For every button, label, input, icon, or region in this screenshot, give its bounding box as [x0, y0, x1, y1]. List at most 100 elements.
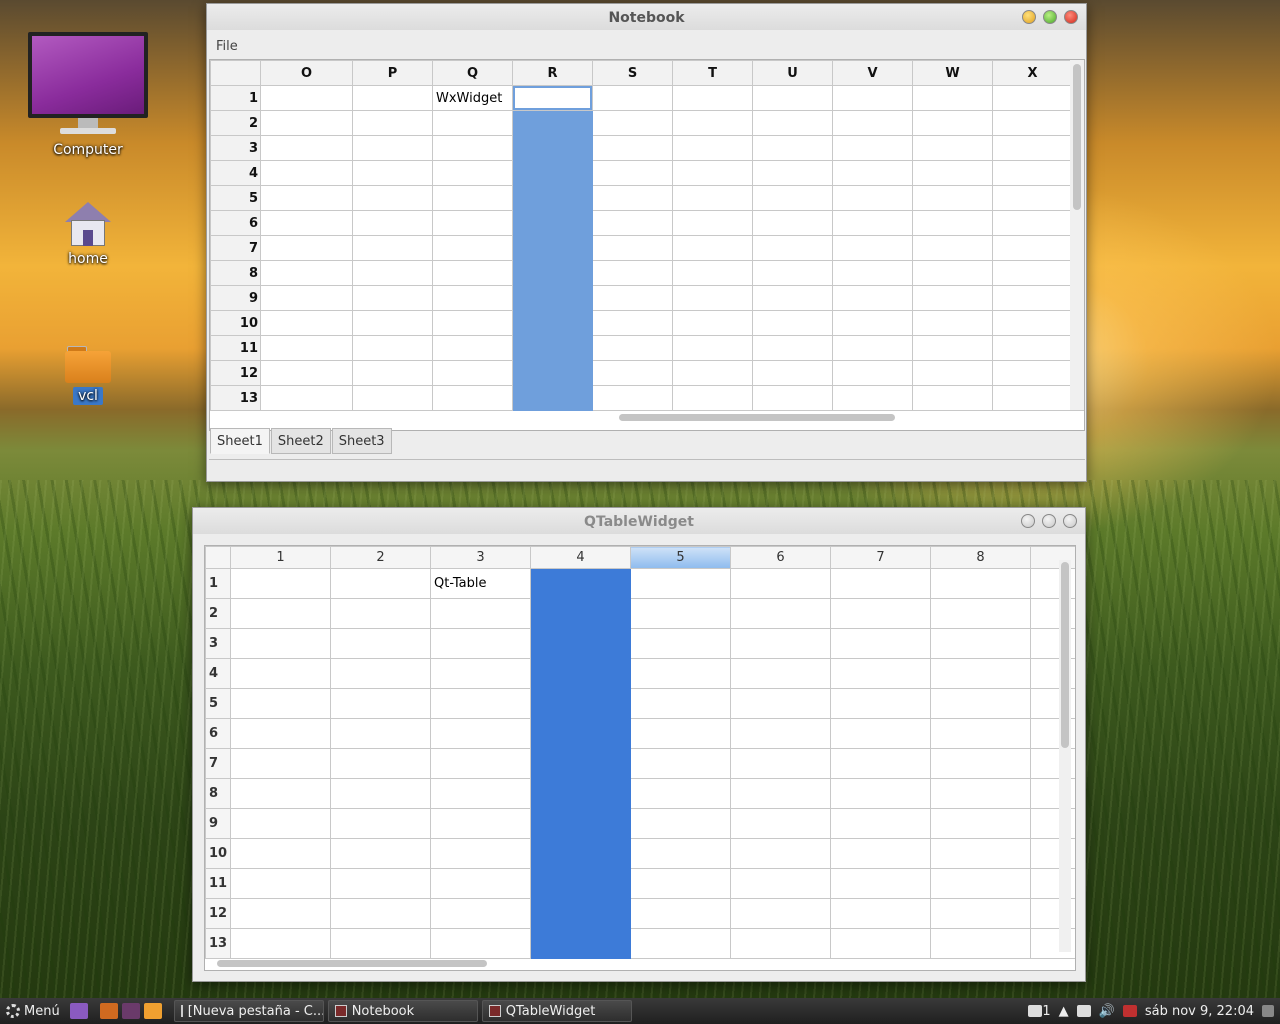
grid-cell[interactable]	[992, 160, 1073, 186]
grid-cell[interactable]	[912, 160, 993, 186]
table-cell[interactable]	[930, 838, 1031, 869]
table-cell[interactable]	[930, 808, 1031, 839]
table-cell[interactable]	[230, 898, 331, 929]
show-desktop-icon[interactable]	[1262, 1005, 1274, 1017]
grid-cell[interactable]	[992, 335, 1073, 361]
grid-cell[interactable]	[352, 210, 433, 236]
notifications-indicator[interactable]: 1	[1028, 1004, 1051, 1019]
table-cell[interactable]	[230, 658, 331, 689]
grid-cell[interactable]	[352, 310, 433, 336]
table-cell[interactable]	[730, 748, 831, 779]
grid-cell[interactable]	[352, 360, 433, 386]
grid-cell[interactable]	[592, 360, 673, 386]
table-cell[interactable]	[230, 748, 331, 779]
row-header[interactable]: 5	[210, 185, 261, 211]
table-cell[interactable]	[530, 658, 631, 689]
table-cell[interactable]	[930, 598, 1031, 629]
table-cell[interactable]	[630, 628, 731, 659]
row-header[interactable]: 8	[205, 778, 231, 809]
grid-cell[interactable]	[832, 310, 913, 336]
table-cell[interactable]	[930, 718, 1031, 749]
table-cell[interactable]	[530, 838, 631, 869]
row-header[interactable]: 11	[205, 868, 231, 899]
column-header[interactable]: 7	[830, 546, 931, 569]
vertical-scrollbar[interactable]	[1070, 60, 1084, 410]
grid-cell[interactable]	[832, 85, 913, 111]
column-header[interactable]: Q	[432, 60, 513, 86]
grid-cell[interactable]	[592, 160, 673, 186]
grid-cell[interactable]: WxWidget	[432, 85, 513, 111]
horizontal-scrollbar-thumb[interactable]	[217, 960, 487, 967]
grid-cell[interactable]	[912, 310, 993, 336]
grid-cell[interactable]	[752, 310, 833, 336]
grid-cell[interactable]	[912, 185, 993, 211]
grid-cell[interactable]	[352, 160, 433, 186]
table-cell[interactable]	[830, 748, 931, 779]
grid-cell[interactable]	[352, 110, 433, 136]
column-header[interactable]: S	[592, 60, 673, 86]
grid-cell[interactable]	[432, 110, 513, 136]
grid-cell[interactable]	[432, 385, 513, 411]
row-header[interactable]: 3	[210, 135, 261, 161]
grid-cell[interactable]	[912, 285, 993, 311]
row-header[interactable]: 6	[205, 718, 231, 749]
grid-cell[interactable]	[592, 385, 673, 411]
grid-cell[interactable]	[432, 160, 513, 186]
row-header[interactable]: 10	[210, 310, 261, 336]
grid-cell[interactable]	[352, 235, 433, 261]
grid-cell[interactable]	[432, 185, 513, 211]
row-header[interactable]: 4	[205, 658, 231, 689]
row-header[interactable]: 9	[205, 808, 231, 839]
grid-cell[interactable]	[992, 85, 1073, 111]
grid-cell[interactable]	[992, 310, 1073, 336]
grid-cell[interactable]	[592, 285, 673, 311]
table-cell[interactable]	[230, 778, 331, 809]
table-cell[interactable]	[430, 598, 531, 629]
grid-cell[interactable]	[832, 110, 913, 136]
minimize-button[interactable]	[1022, 10, 1036, 24]
table-cell[interactable]	[930, 898, 1031, 929]
table-cell[interactable]	[730, 838, 831, 869]
grid-cell[interactable]	[260, 360, 353, 386]
table-cell[interactable]	[330, 808, 431, 839]
table-cell[interactable]	[530, 628, 631, 659]
grid-cell[interactable]	[992, 235, 1073, 261]
table-cell[interactable]	[730, 778, 831, 809]
grid-cell[interactable]	[672, 335, 753, 361]
table-cell[interactable]	[930, 628, 1031, 659]
grid-cell[interactable]	[260, 135, 353, 161]
grid-cell[interactable]	[352, 135, 433, 161]
column-header[interactable]: 3	[430, 546, 531, 569]
grid-cell[interactable]	[352, 185, 433, 211]
grid-cell[interactable]	[672, 235, 753, 261]
grid-cell[interactable]	[752, 235, 833, 261]
table-cell[interactable]	[530, 928, 631, 959]
column-header[interactable]: 8	[930, 546, 1031, 569]
table-cell[interactable]	[330, 718, 431, 749]
grid-cell[interactable]	[512, 85, 593, 111]
grid-cell[interactable]	[672, 185, 753, 211]
column-header[interactable]: 1	[230, 546, 331, 569]
grid-cell[interactable]	[592, 335, 673, 361]
grid-cell[interactable]	[592, 310, 673, 336]
table-cell[interactable]	[630, 748, 731, 779]
grid-cell[interactable]	[832, 135, 913, 161]
grid-cell[interactable]	[512, 135, 593, 161]
grid-cell[interactable]	[592, 260, 673, 286]
wx-grid[interactable]: OPQRSTUVWX 1 WxWidget 2 3 4 5 6 7 8 9 10 11 12 13	[209, 59, 1085, 431]
row-header[interactable]: 3	[205, 628, 231, 659]
grid-cell[interactable]	[832, 285, 913, 311]
table-cell[interactable]	[430, 808, 531, 839]
table-cell[interactable]	[630, 928, 731, 959]
grid-cell[interactable]	[752, 85, 833, 111]
table-cell[interactable]	[730, 898, 831, 929]
table-cell[interactable]	[530, 748, 631, 779]
horizontal-scrollbar-thumb[interactable]	[619, 414, 895, 421]
row-header[interactable]: 13	[210, 385, 261, 411]
close-button[interactable]	[1064, 10, 1078, 24]
grid-cell[interactable]	[672, 260, 753, 286]
task-qtablewidget[interactable]: QTableWidget	[481, 1000, 632, 1022]
clock[interactable]: sáb nov 9, 22:04	[1145, 1004, 1254, 1019]
column-header[interactable]: W	[912, 60, 993, 86]
table-cell[interactable]	[830, 598, 931, 629]
